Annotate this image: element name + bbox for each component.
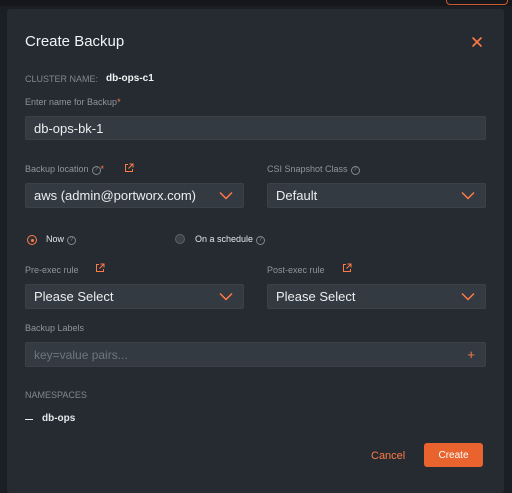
external-link-icon[interactable] [342, 263, 352, 273]
pre-exec-value: Please Select [34, 289, 114, 304]
cluster-name-label: CLUSTER NAME: [25, 74, 99, 84]
cancel-button[interactable]: Cancel [371, 450, 405, 462]
backup-name-input[interactable]: db-ops-bk-1 [25, 116, 486, 140]
now-option: Now? [46, 234, 77, 245]
create-button[interactable]: Create [424, 443, 483, 467]
info-icon: ? [256, 236, 266, 245]
backup-labels-placeholder: key=value pairs... [34, 347, 128, 362]
backup-name-label-text: Enter name for Backup [25, 97, 118, 107]
pre-exec-label: Pre-exec rule [25, 265, 79, 275]
external-link-icon[interactable] [124, 163, 134, 173]
now-radio[interactable] [27, 235, 37, 245]
info-icon: ? [91, 166, 101, 175]
backup-labels-input[interactable]: key=value pairs... + [25, 342, 486, 367]
info-icon: ? [67, 236, 77, 245]
post-exec-select[interactable]: Please Select [267, 284, 486, 309]
backup-labels-label: Backup Labels [25, 323, 85, 333]
schedule-radio[interactable] [175, 234, 185, 244]
chevron-down-icon [461, 191, 475, 200]
chevron-down-icon [219, 292, 233, 301]
chevron-down-icon [219, 191, 233, 200]
info-icon: ? [350, 166, 360, 175]
required-mark: * [117, 97, 121, 107]
create-button-label: Create [438, 449, 469, 461]
close-icon[interactable] [470, 35, 484, 49]
namespace-item: db-ops [42, 413, 76, 424]
required-mark: * [100, 164, 105, 174]
dialog-title: Create Backup [25, 33, 125, 50]
post-exec-value: Please Select [276, 289, 356, 304]
csi-snapshot-label: CSI Snapshot Class? [267, 164, 360, 175]
chevron-down-icon [461, 292, 475, 301]
backup-location-label: Backup location? * [25, 164, 104, 175]
backup-name-label: Enter name for Backup* [25, 97, 121, 107]
backup-location-label-text: Backup location [25, 164, 89, 174]
namespaces-heading: NAMESPACES [25, 390, 87, 400]
external-link-icon[interactable] [95, 263, 105, 273]
csi-snapshot-label-text: CSI Snapshot Class [267, 164, 348, 174]
cluster-name-value: db-ops-c1 [106, 73, 154, 84]
post-exec-label: Post-exec rule [267, 265, 325, 275]
background-button [446, 0, 508, 5]
background-strip [0, 0, 512, 6]
add-label-button[interactable]: + [467, 347, 475, 362]
schedule-label: On a schedule [195, 234, 254, 244]
csi-snapshot-value: Default [276, 188, 318, 203]
backup-name-value: db-ops-bk-1 [34, 120, 104, 136]
namespace-collapse-icon[interactable] [25, 419, 33, 420]
now-label: Now [46, 234, 65, 244]
backup-location-value: aws (admin@portworx.com) [34, 188, 197, 203]
backup-location-select[interactable]: aws (admin@portworx.com) [25, 183, 244, 208]
csi-snapshot-select[interactable]: Default [267, 183, 486, 208]
schedule-option: On a schedule? [195, 234, 266, 245]
pre-exec-select[interactable]: Please Select [25, 284, 244, 309]
create-backup-dialog: Create Backup CLUSTER NAME: db-ops-c1 En… [7, 9, 504, 493]
